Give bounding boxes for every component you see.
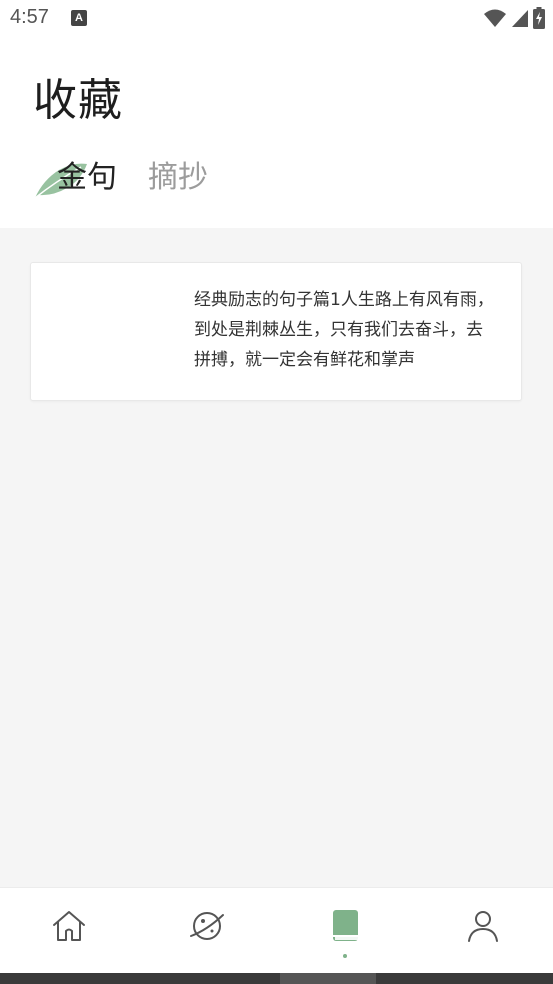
tab-bar: 金句 摘抄 (0, 154, 553, 204)
status-time: 4:57 (10, 6, 49, 28)
planet-icon (190, 912, 224, 940)
active-indicator-dot (343, 954, 347, 958)
home-icon (53, 911, 85, 941)
nav-home[interactable] (49, 906, 89, 946)
page-title: 收藏 (33, 75, 123, 126)
taskbar-segment (280, 973, 376, 984)
status-icons (483, 6, 545, 30)
tab-quotes[interactable]: 金句 (57, 158, 117, 198)
tab-excerpts[interactable]: 摘抄 (148, 158, 208, 198)
content-area: 经典励志的句子篇1人生路上有风有雨，到处是荆棘丛生，只有我们去奋斗，去拼搏，就一… (0, 228, 553, 887)
nav-collection[interactable] (325, 906, 365, 946)
system-taskbar (0, 973, 553, 984)
wifi-icon (484, 9, 506, 27)
card-text: 经典励志的句子篇1人生路上有风有雨，到处是荆棘丛生，只有我们去奋斗，去拼搏，就一… (194, 290, 494, 370)
card-thumbnail (43, 275, 179, 387)
a-icon: A (71, 10, 87, 26)
status-bar: 4:57 A (0, 0, 553, 36)
favorite-card[interactable]: 经典励志的句子篇1人生路上有风有雨，到处是荆棘丛生，只有我们去奋斗，去拼搏，就一… (30, 262, 522, 401)
header: 收藏 金句 摘抄 (0, 36, 553, 228)
nav-profile[interactable] (463, 906, 503, 946)
user-icon (468, 911, 498, 942)
cell-signal-icon (512, 10, 528, 27)
battery-charging-icon (533, 7, 545, 29)
bottom-nav (0, 887, 553, 974)
nav-discover[interactable] (187, 906, 227, 946)
book-icon (333, 910, 358, 941)
